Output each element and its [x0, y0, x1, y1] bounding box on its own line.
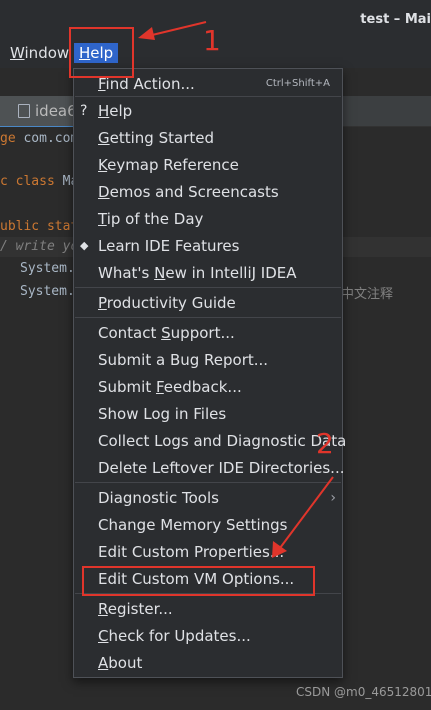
annotation-arrow-2	[272, 476, 334, 558]
ide-window: test – Mai Window Help idea6 ge com.com …	[0, 0, 431, 710]
watermark: CSDN @m0_46512801	[296, 685, 431, 699]
annotation-arrow-1	[138, 21, 207, 40]
annotation-arrows	[138, 21, 334, 558]
